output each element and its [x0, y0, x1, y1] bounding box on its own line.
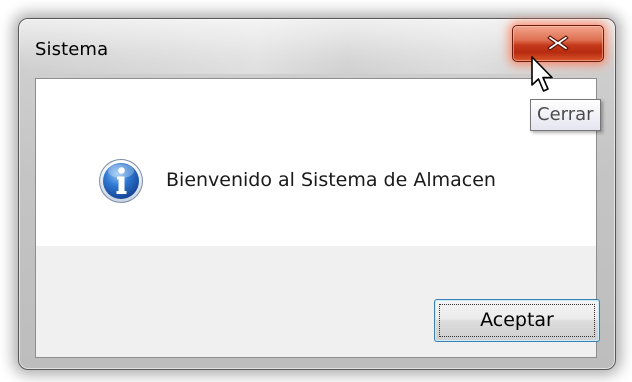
- close-tooltip: Cerrar: [530, 99, 601, 131]
- info-icon: [99, 159, 143, 203]
- window-title: Sistema: [35, 39, 109, 60]
- close-button[interactable]: [512, 25, 604, 62]
- desktop: Sistema Bienvenido al Sistema de Almacen…: [0, 0, 632, 382]
- ok-button-label: Aceptar: [480, 309, 554, 331]
- message-area: Bienvenido al Sistema de Almacen: [36, 79, 596, 246]
- dialog-client-area: Bienvenido al Sistema de Almacen Aceptar: [35, 78, 600, 358]
- ok-button[interactable]: Aceptar: [434, 299, 600, 342]
- mouse-pointer-icon: [531, 56, 553, 92]
- dialog-message: Bienvenido al Sistema de Almacen: [166, 169, 496, 191]
- close-icon: [547, 35, 569, 51]
- message-box-window: Sistema Bienvenido al Sistema de Almacen…: [18, 18, 616, 370]
